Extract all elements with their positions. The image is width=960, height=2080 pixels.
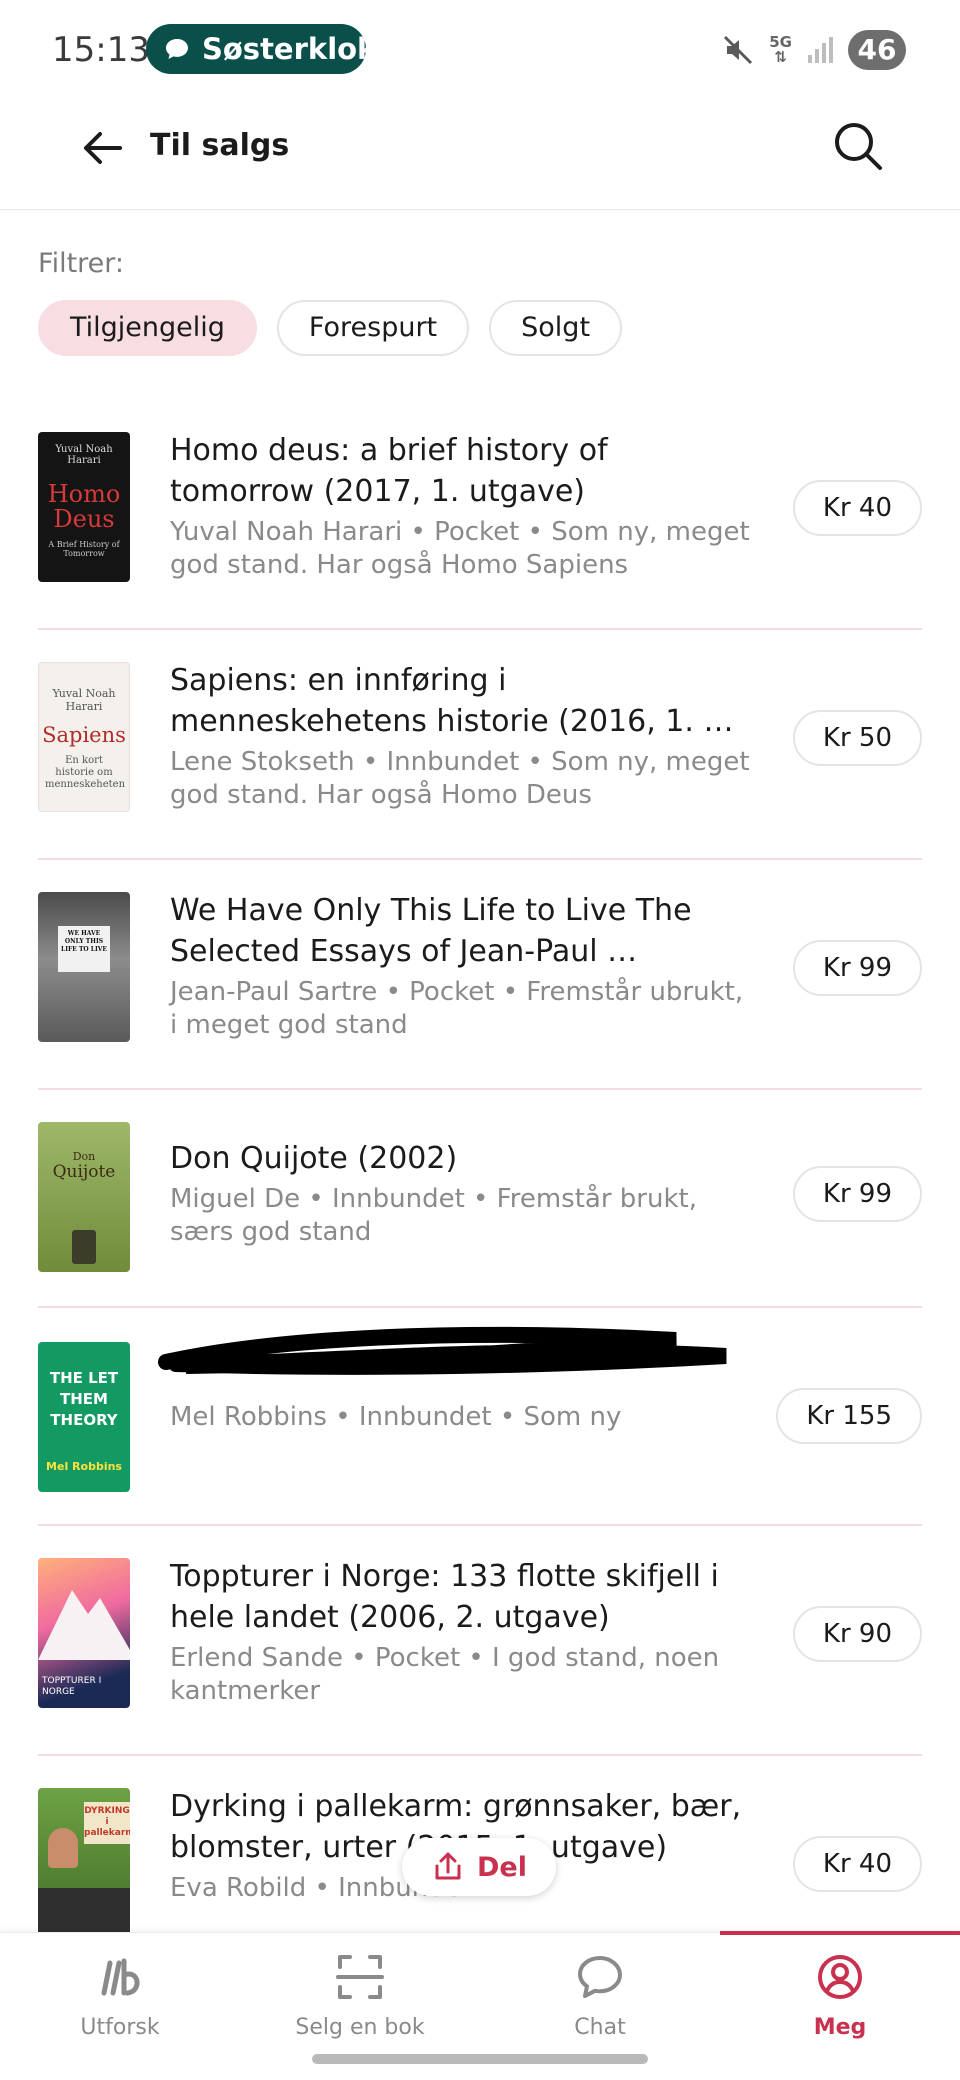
nav-item-selg-en-bok[interactable]: Selg en bok [240, 1933, 480, 2053]
mute-icon [724, 35, 753, 65]
filter-chip-tilgjengelig[interactable]: Tilgjengelig [38, 300, 257, 356]
app-header: Til salgs [0, 100, 960, 210]
nav-label: Meg [813, 2015, 867, 2040]
chat-icon [578, 1956, 622, 1998]
signal-icon [808, 37, 833, 63]
book-title [170, 1356, 750, 1397]
filter-chip-forespurt[interactable]: Forespurt [276, 300, 470, 356]
price-badge[interactable]: Kr 99 [792, 1166, 922, 1222]
page-title: Til salgs [150, 128, 290, 163]
price-badge[interactable]: Kr 40 [792, 1836, 922, 1892]
notification-pill[interactable]: Søsterklokke [146, 24, 366, 74]
scan-icon [336, 1955, 384, 1999]
book-row[interactable]: TOPPTURER I NORGE Toppturer i Norge: 133… [38, 1526, 922, 1756]
search-icon[interactable] [830, 118, 886, 174]
book-meta: Miguel De • Innbundet • Fremstår brukt, … [170, 1184, 697, 1247]
battery-icon: 46 [848, 30, 906, 70]
nav-item-utforsk[interactable]: Utforsk [0, 1933, 240, 2053]
book-cover: DYRKING i pallekarm [38, 1788, 130, 1938]
network-5g-icon: 5G ⇅ [769, 33, 792, 66]
price-badge[interactable]: Kr 40 [792, 480, 922, 536]
notification-text: Søsterklokke [202, 32, 366, 66]
nav-item-chat[interactable]: Chat [480, 1933, 720, 2053]
nav-label: Chat [574, 2015, 626, 2040]
nav-item-meg[interactable]: Meg [720, 1933, 960, 2053]
nav-label: Selg en bok [295, 2015, 425, 2040]
book-cover: Yuval Noah Harari Homo Deus A Brief Hist… [38, 432, 130, 582]
book-meta: Mel Robbins • Innbundet • Som ny [170, 1402, 622, 1432]
book-cover: Don Quijote [38, 1122, 130, 1272]
library-icon [101, 1958, 140, 1996]
book-cover: Yuval Noah Harari Sapiens En kort histor… [38, 662, 130, 812]
book-cover: THE LET THEM THEORY Mel Robbins [38, 1342, 130, 1492]
back-arrow-icon[interactable] [80, 126, 124, 170]
book-row[interactable]: Yuval Noah Harari Sapiens En kort histor… [38, 630, 922, 860]
book-meta: Yuval Noah Harari • Pocket • Som ny, meg… [170, 517, 750, 580]
price-badge[interactable]: Kr 90 [792, 1606, 922, 1662]
price-badge[interactable]: Kr 155 [776, 1388, 922, 1444]
book-row[interactable]: WE HAVE ONLY THIS LIFE TO LIVE We Have O… [38, 860, 922, 1090]
book-meta: Erlend Sande • Pocket • I god stand, noe… [170, 1643, 720, 1706]
status-bar: 15:13 Søsterklokke 5G⇅ 46 [0, 0, 960, 100]
book-row[interactable]: Don Quijote Don Quijote (2002) Miguel De… [38, 1090, 922, 1308]
book-meta: Jean-Paul Sartre • Pocket • Fremstår ubr… [170, 977, 744, 1040]
filter-chips: Tilgjengelig Forespurt Solgt [38, 300, 623, 356]
book-row[interactable]: Yuval Noah Harari Homo Deus A Brief Hist… [38, 400, 922, 630]
filter-label: Filtrer: [38, 248, 124, 279]
price-badge[interactable]: Kr 50 [792, 710, 922, 766]
status-time: 15:13 [52, 30, 150, 70]
price-badge[interactable]: Kr 99 [792, 940, 922, 996]
book-cover: TOPPTURER I NORGE [38, 1558, 130, 1708]
share-button[interactable]: Del [402, 1838, 556, 1896]
book-list: Yuval Noah Harari Homo Deus A Brief Hist… [38, 400, 922, 1986]
book-title: Sapiens: en innføring i menneskehetens h… [170, 663, 734, 739]
book-title: We Have Only This Life to Live The Selec… [170, 893, 692, 969]
book-title: Don Quijote (2002) [170, 1141, 458, 1176]
book-title: Homo deus: a brief history of tomorrow (… [170, 433, 608, 509]
filter-chip-solgt[interactable]: Solgt [489, 300, 623, 356]
home-indicator[interactable] [312, 2054, 648, 2064]
book-row[interactable]: THE LET THEM THEORY Mel Robbins Mel Robb… [38, 1308, 922, 1526]
book-meta: Lene Stokseth • Innbundet • Som ny, mege… [170, 747, 750, 810]
share-label: Del [477, 1851, 527, 1883]
book-title: Toppturer i Norge: 133 flotte skifjell i… [170, 1559, 719, 1635]
share-icon [435, 1852, 461, 1880]
book-cover: WE HAVE ONLY THIS LIFE TO LIVE [38, 892, 130, 1042]
nav-label: Utforsk [80, 2015, 160, 2040]
status-icons: 5G ⇅ 46 [721, 28, 906, 72]
chat-bubble-icon [166, 39, 188, 59]
profile-icon [818, 1955, 862, 1999]
